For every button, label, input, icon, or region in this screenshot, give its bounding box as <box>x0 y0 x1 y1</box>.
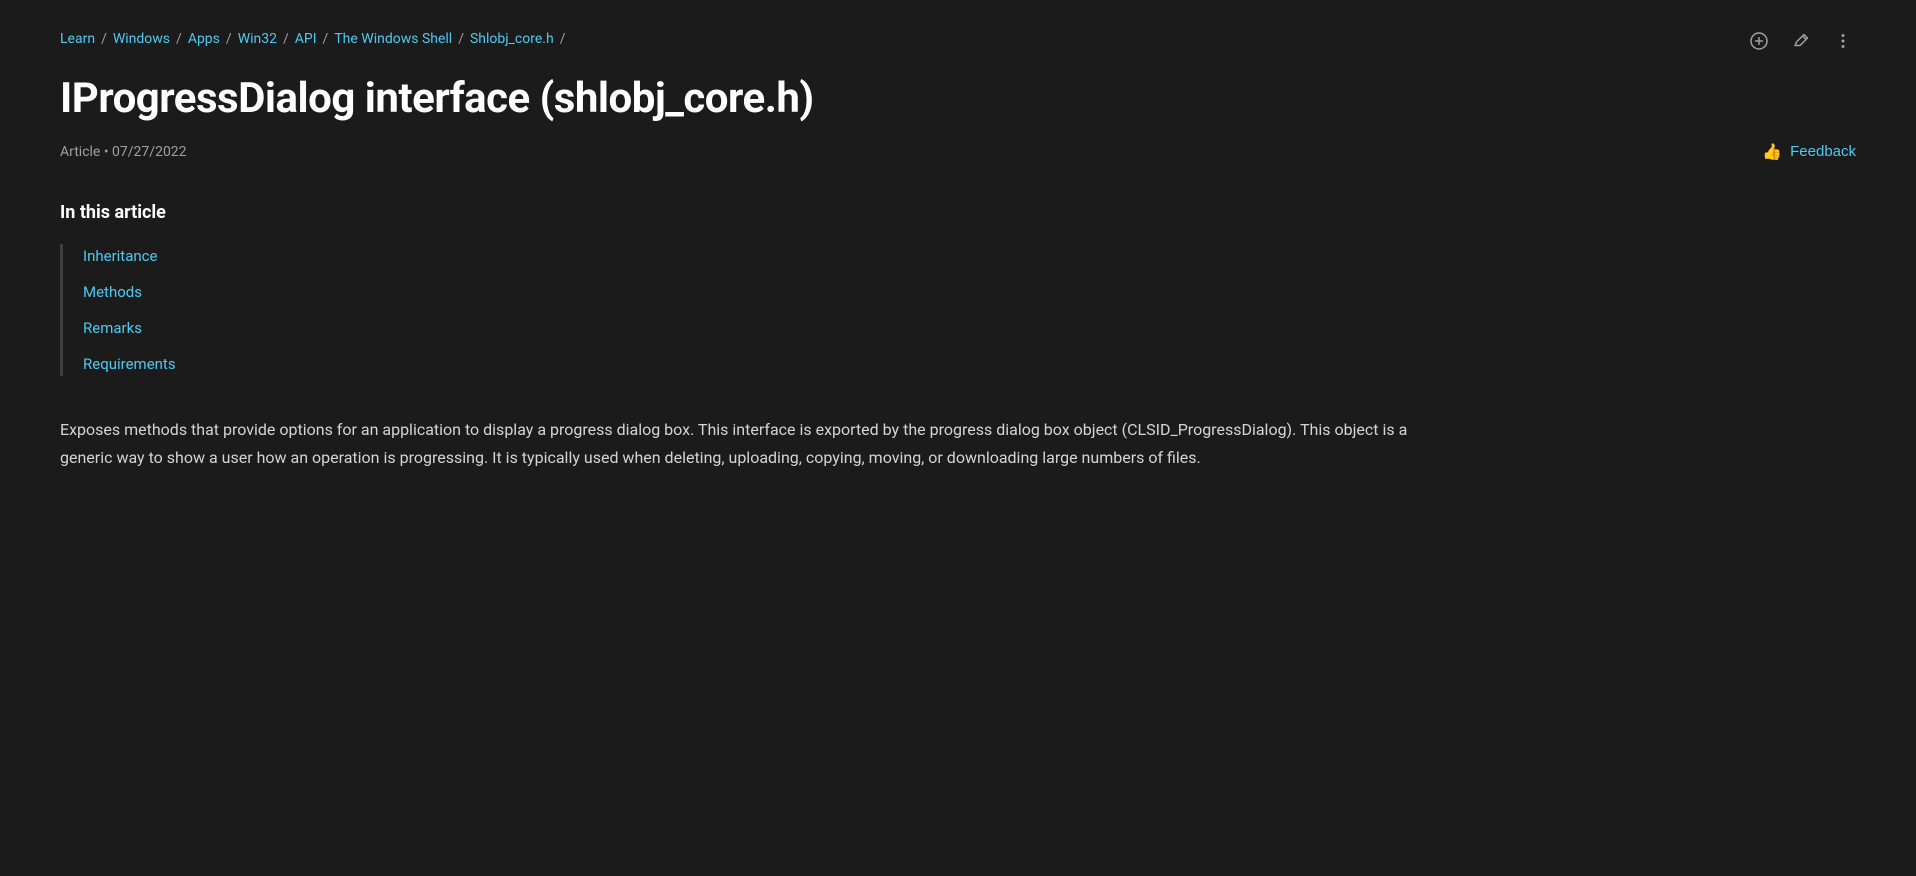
more-icon <box>1834 32 1852 50</box>
feedback-icon: 👍 <box>1762 142 1782 162</box>
table-of-contents: Inheritance Methods Remarks Requirements <box>60 244 1856 376</box>
edit-icon <box>1792 32 1810 50</box>
breadcrumb-apps[interactable]: Apps <box>188 28 220 50</box>
add-icon <box>1750 32 1768 50</box>
breadcrumb-sep-1: / <box>101 28 107 50</box>
page-title: IProgressDialog interface (shlobj_core.h… <box>60 74 1856 124</box>
edit-button[interactable] <box>1788 28 1814 54</box>
feedback-label: Feedback <box>1790 143 1856 160</box>
breadcrumb-learn[interactable]: Learn <box>60 28 95 50</box>
breadcrumb-sep-4: / <box>283 28 289 50</box>
article-dot: • <box>104 144 112 160</box>
breadcrumb-win32[interactable]: Win32 <box>238 28 277 50</box>
add-button[interactable] <box>1746 28 1772 54</box>
article-description: Exposes methods that provide options for… <box>60 416 1460 472</box>
toc-heading: In this article <box>60 199 1856 228</box>
breadcrumb-shlobj[interactable]: Shlobj_core.h <box>470 28 554 50</box>
article-date-value: 07/27/2022 <box>112 144 187 160</box>
breadcrumb-sep-7: / <box>560 28 566 50</box>
breadcrumb-sep-5: / <box>323 28 329 50</box>
toc-item-requirements[interactable]: Requirements <box>83 352 1856 376</box>
toc-item-inheritance[interactable]: Inheritance <box>83 244 1856 268</box>
toc-item-methods[interactable]: Methods <box>83 280 1856 304</box>
article-meta: Article • 07/27/2022 👍 Feedback <box>60 141 1856 163</box>
feedback-button[interactable]: 👍 Feedback <box>1762 142 1856 162</box>
more-options-button[interactable] <box>1830 28 1856 54</box>
breadcrumb-windows-shell[interactable]: The Windows Shell <box>334 28 452 50</box>
breadcrumb: Learn / Windows / Apps / Win32 / API / T… <box>60 28 1856 50</box>
top-right-toolbar <box>1746 28 1856 54</box>
page-container: Learn / Windows / Apps / Win32 / API / T… <box>0 0 1916 512</box>
breadcrumb-windows[interactable]: Windows <box>113 28 170 50</box>
breadcrumb-sep-3: / <box>226 28 232 50</box>
article-label: Article <box>60 144 100 160</box>
breadcrumb-sep-6: / <box>458 28 464 50</box>
toc-item-remarks[interactable]: Remarks <box>83 316 1856 340</box>
breadcrumb-sep-2: / <box>176 28 182 50</box>
breadcrumb-api[interactable]: API <box>295 28 317 50</box>
article-date: Article • 07/27/2022 <box>60 141 187 163</box>
